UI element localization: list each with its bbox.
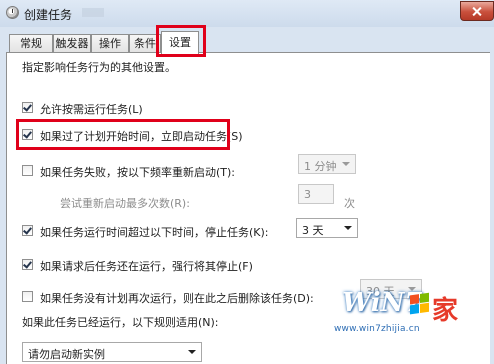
stop-if-longer-checkbox[interactable] [22, 225, 33, 236]
tab-general[interactable]: 常规 [9, 34, 53, 52]
restart-attempts-unit: 次 [344, 197, 355, 210]
delete-task-label: 如果任务没有计划再次运行，则在此之后删除该任务(D): [40, 292, 314, 305]
watermark-suffix: 家 [432, 296, 459, 326]
task-scheduler-icon [6, 6, 19, 19]
tab-actions[interactable]: 操作 [91, 34, 129, 52]
stop-duration-dropdown[interactable]: 3 天 [296, 218, 358, 238]
restart-interval-dropdown[interactable]: 1 分钟 [298, 154, 356, 174]
if-running-rule-label: 如果此任务已经运行，以下规则适用(N): [22, 316, 219, 329]
window-title: 创建任务 [24, 8, 73, 22]
tab-triggers[interactable]: 触发器 [53, 34, 91, 52]
run-missed-checkbox[interactable] [22, 129, 33, 140]
delete-task-checkbox[interactable] [22, 291, 33, 302]
watermark: WiN7 家 www.win7zhijia.cn [332, 288, 482, 344]
title-bar: 创建任务 [0, 0, 494, 27]
watermark-url: www.win7zhijia.cn [334, 324, 420, 334]
title-obscured-area [82, 8, 104, 17]
stop-if-longer-label: 如果任务运行时间超过以下时间，停止任务(K): [40, 226, 269, 239]
tab-settings[interactable]: 设置 [161, 31, 199, 54]
close-button[interactable] [460, 1, 494, 21]
allow-on-demand-checkbox[interactable] [22, 102, 33, 113]
chevron-down-icon [342, 162, 350, 166]
allow-on-demand-label: 允许按需运行任务(L) [40, 103, 143, 116]
restart-interval-value: 1 分钟 [304, 160, 337, 173]
if-running-rule-dropdown[interactable]: 请勿启动新实例 [22, 342, 202, 362]
chevron-down-icon [344, 226, 352, 230]
force-stop-checkbox[interactable] [22, 259, 33, 270]
stop-duration-value: 3 天 [302, 224, 324, 237]
run-missed-label: 如果过了计划开始时间，立即启动任务(S) [40, 130, 243, 143]
tab-conditions[interactable]: 条件 [129, 34, 161, 52]
chevron-down-icon [188, 350, 196, 354]
restart-attempts-label: 尝试重新启动最多次数(R): [60, 197, 190, 210]
settings-description: 指定影响任务行为的其他设置。 [22, 61, 176, 74]
restart-attempts-value: 3 [304, 188, 311, 201]
restart-on-fail-checkbox[interactable] [22, 165, 33, 176]
restart-on-fail-label: 如果任务失败，按以下频率重新启动(T): [40, 166, 236, 179]
windows-logo-icon [410, 292, 430, 316]
force-stop-label: 如果请求后任务还在运行，强行将其停止(F) [40, 260, 253, 273]
if-running-rule-value: 请勿启动新实例 [28, 348, 105, 361]
restart-attempts-input[interactable]: 3 [298, 184, 334, 204]
